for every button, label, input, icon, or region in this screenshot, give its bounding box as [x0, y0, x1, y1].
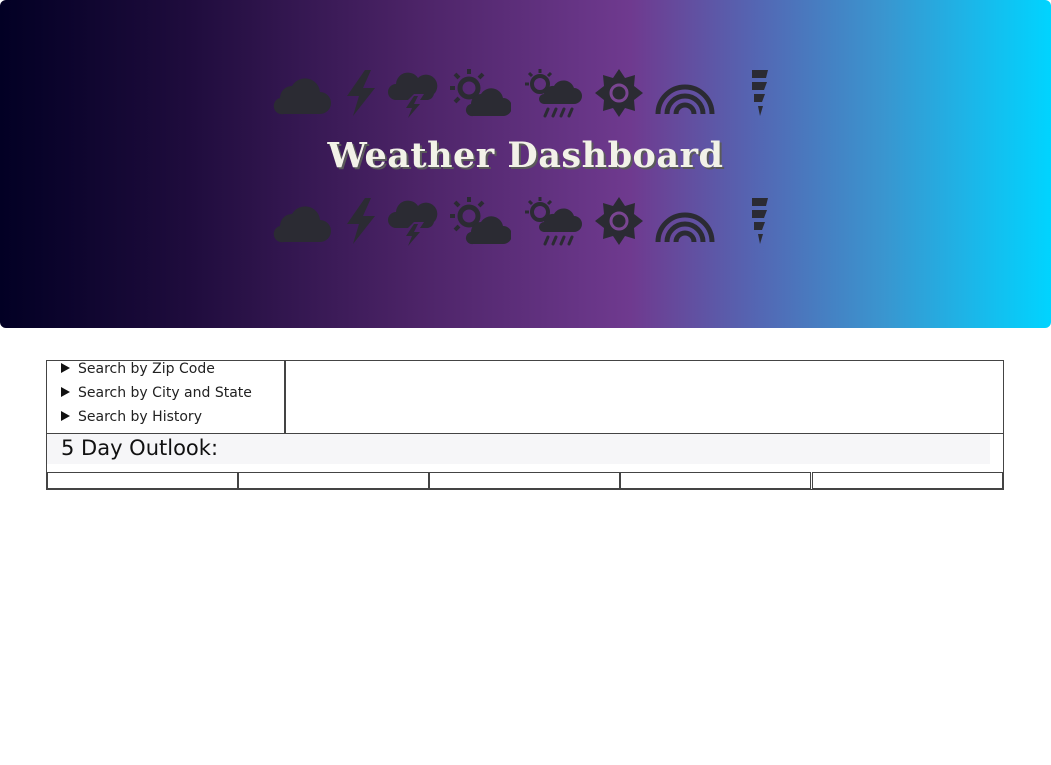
- search-by-zip-toggle[interactable]: Search by Zip Code: [61, 361, 215, 383]
- lightning-icon: [341, 68, 381, 118]
- forecast-day-card: [620, 472, 811, 489]
- forecast-row: [47, 472, 1003, 489]
- sun-rain-icon: [524, 68, 582, 118]
- forecast-day-card: [238, 472, 429, 489]
- cloud-icon: [270, 196, 332, 246]
- search-by-city-state-label: Search by City and State: [78, 385, 252, 401]
- weather-icon-row-bottom: [0, 196, 1051, 246]
- dashboard-panel: Search by Zip Code Search by City and St…: [46, 360, 1004, 490]
- sun-icon: [594, 68, 644, 118]
- lightning-icon: [341, 196, 381, 246]
- disclosure-triangle-icon: [61, 411, 70, 421]
- sun-icon: [594, 196, 644, 246]
- search-by-city-state-toggle[interactable]: Search by City and State: [61, 385, 252, 407]
- disclosure-triangle-icon: [61, 363, 70, 373]
- tornado-icon: [752, 196, 770, 246]
- forecast-heading: 5 Day Outlook:: [61, 436, 219, 460]
- thunderstorm-icon: [388, 68, 440, 118]
- forecast-day-card: [812, 472, 1003, 489]
- weather-icon-row-top: [0, 68, 1051, 118]
- tornado-icon: [752, 68, 770, 118]
- sun-rain-icon: [524, 196, 582, 246]
- search-by-zip-label: Search by Zip Code: [78, 361, 215, 377]
- search-sidebar: Search by Zip Code Search by City and St…: [47, 361, 286, 434]
- partly-cloudy-icon: [449, 196, 511, 246]
- forecast-day-card: [429, 472, 620, 489]
- header-banner: Weather Dashboard: [0, 0, 1051, 328]
- page-title: Weather Dashboard: [327, 135, 724, 176]
- cloud-icon: [270, 68, 332, 118]
- forecast-header: 5 Day Outlook:: [47, 434, 990, 464]
- partly-cloudy-icon: [449, 68, 511, 118]
- thunderstorm-icon: [388, 196, 440, 246]
- disclosure-triangle-icon: [61, 387, 70, 397]
- forecast-day-card: [47, 472, 238, 489]
- search-by-history-toggle[interactable]: Search by History: [61, 409, 202, 431]
- current-weather-area: [286, 361, 1003, 434]
- rainbow-icon: [654, 196, 716, 246]
- rainbow-icon: [654, 68, 716, 118]
- search-by-history-label: Search by History: [78, 409, 202, 425]
